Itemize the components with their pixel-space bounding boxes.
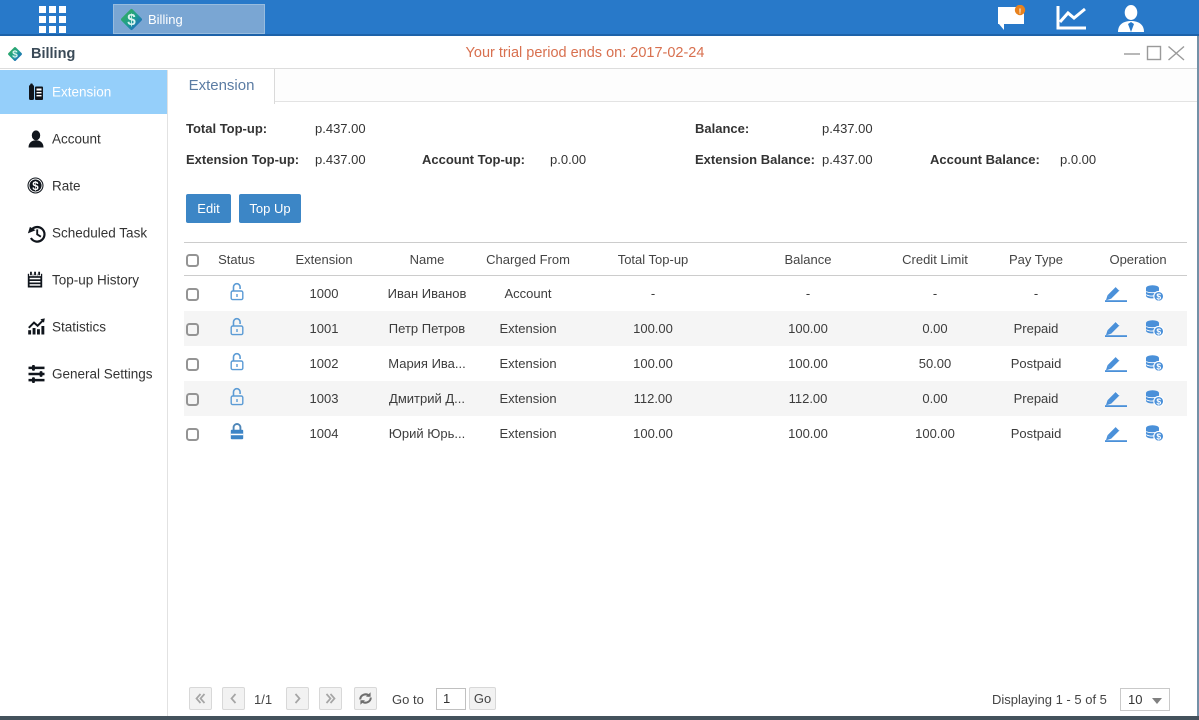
svg-text:$: $ (1156, 291, 1161, 301)
svg-text:!: ! (1019, 6, 1022, 15)
svg-text:$: $ (1156, 431, 1161, 441)
svg-text:$: $ (1156, 396, 1161, 406)
svg-text:$: $ (1156, 361, 1161, 371)
svg-text:$: $ (1156, 326, 1161, 336)
svg-text:$: $ (32, 181, 39, 193)
svg-text:$: $ (12, 50, 18, 61)
svg-text:$: $ (127, 12, 136, 29)
